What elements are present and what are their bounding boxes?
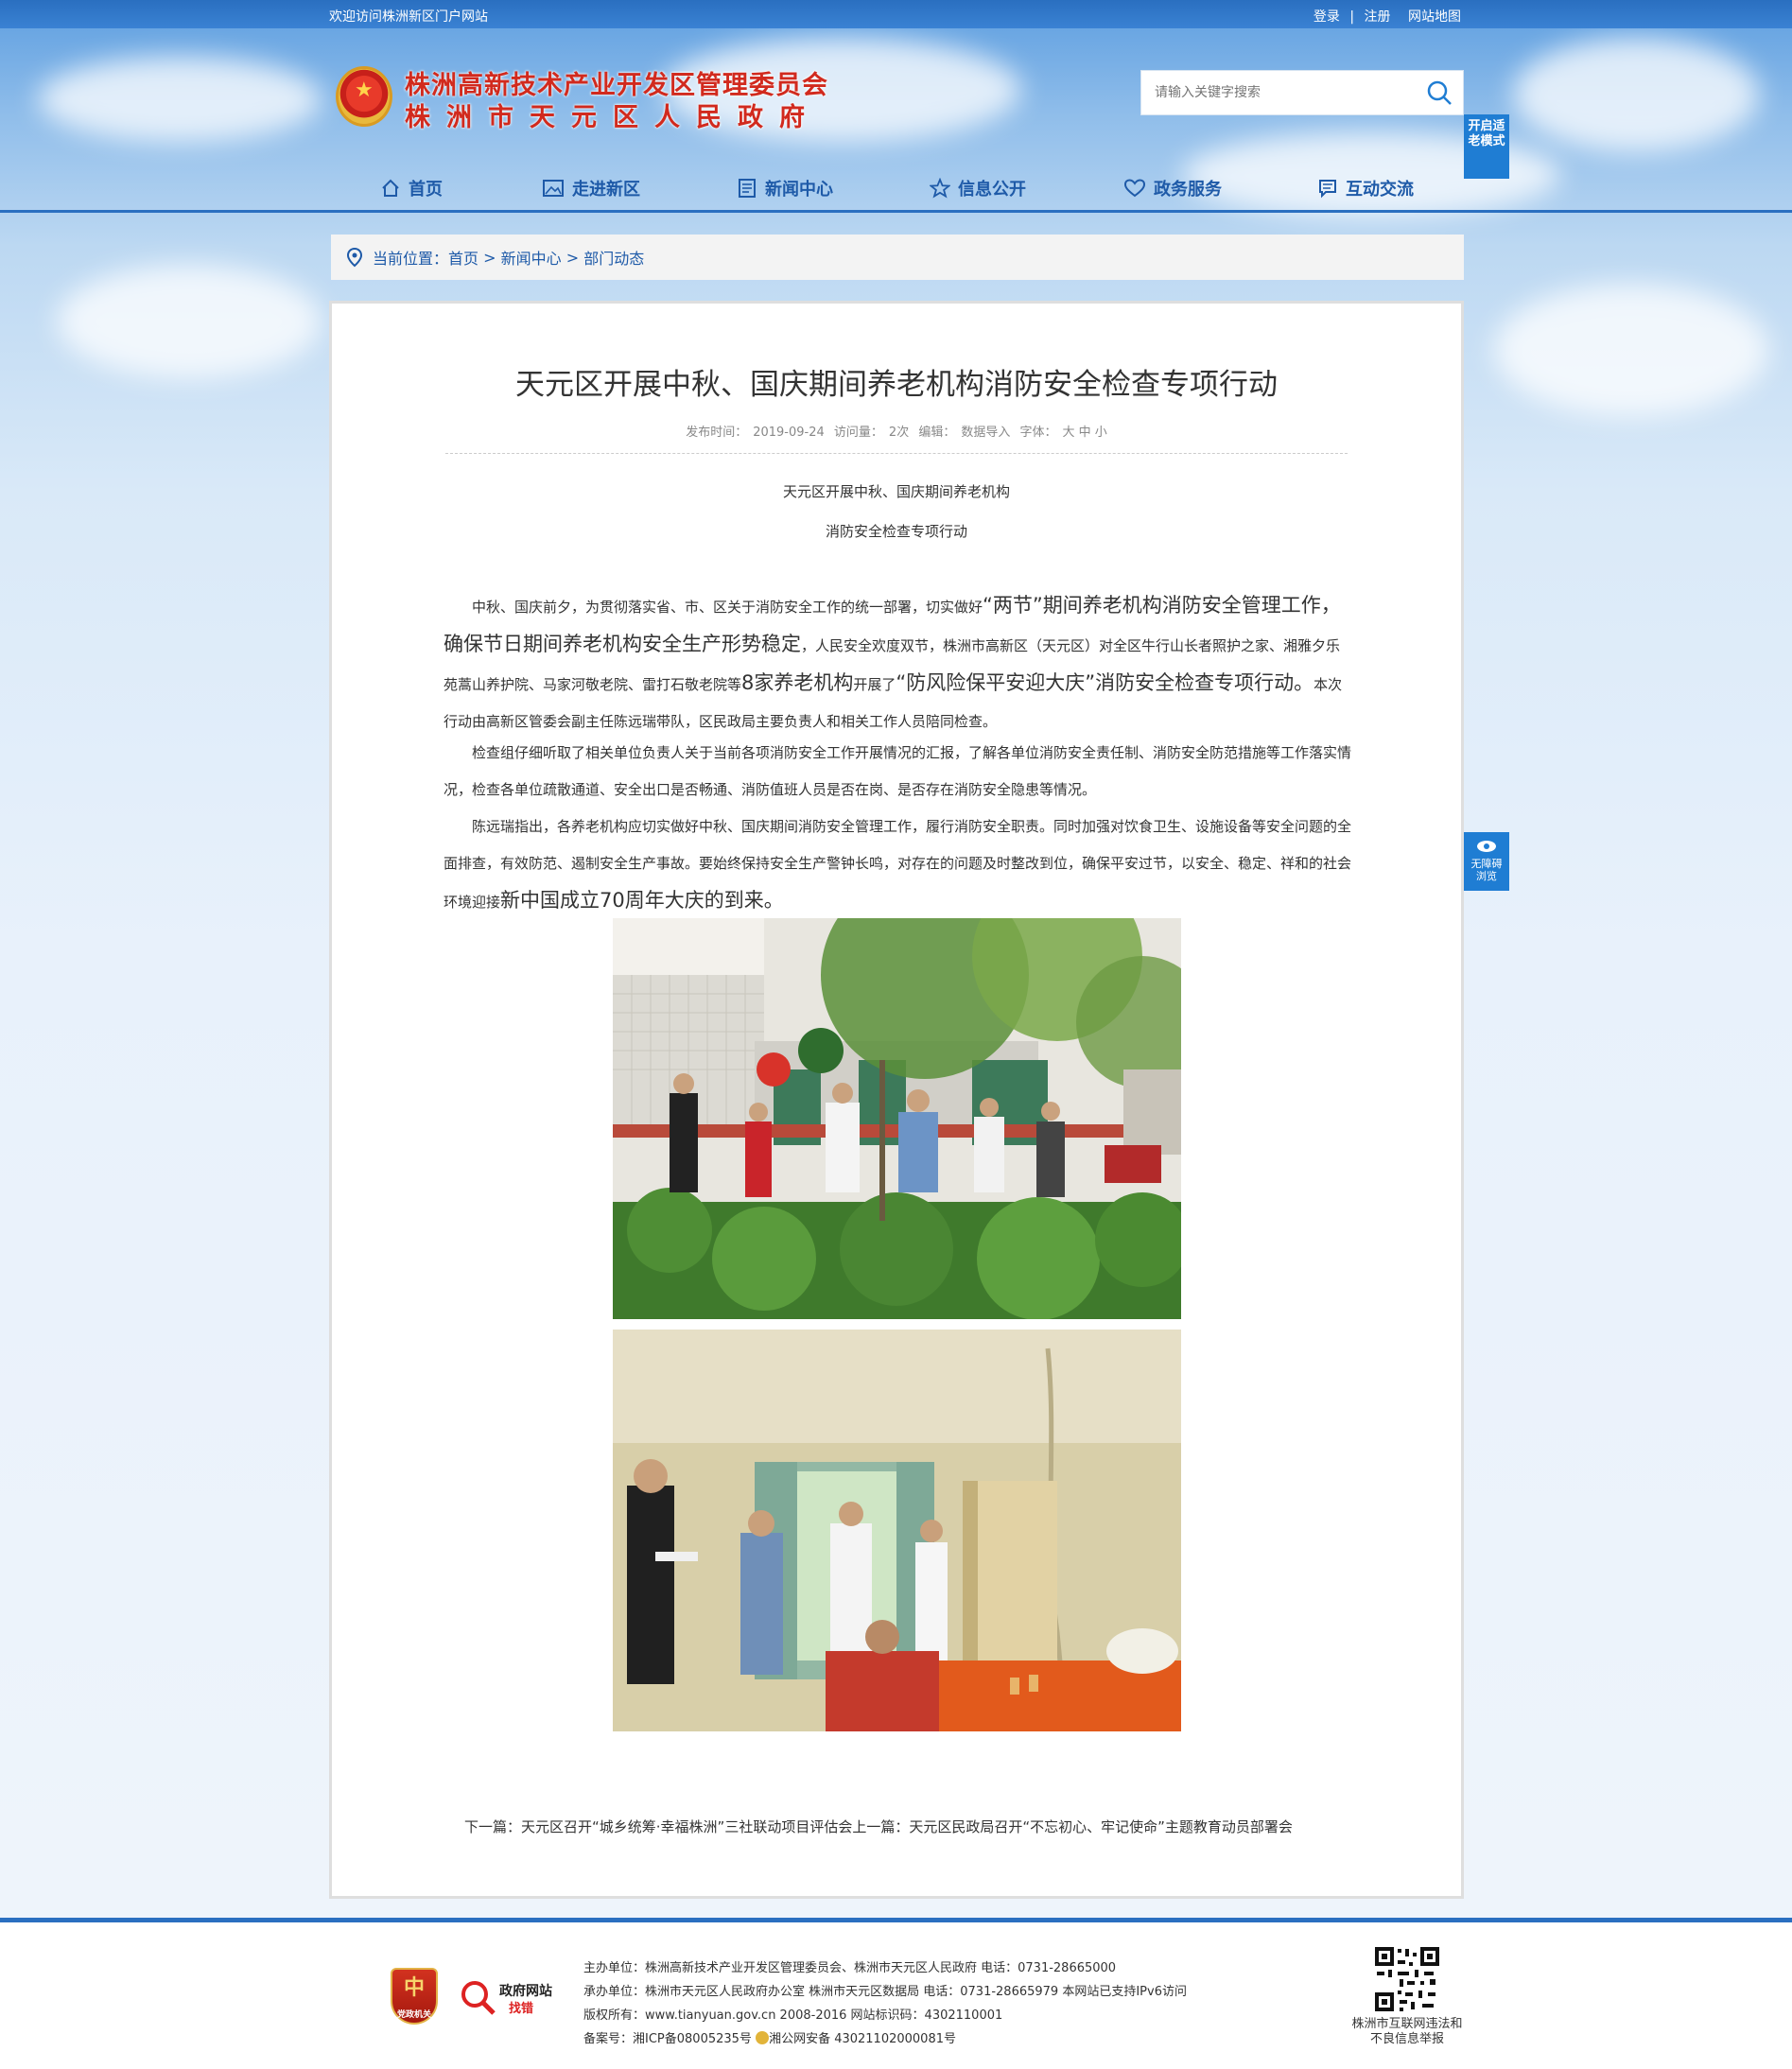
article-photo-outdoor xyxy=(613,918,1181,1319)
cloud-decoration xyxy=(1494,284,1768,416)
account-links: 登录 | 注册 网站地图 xyxy=(1308,7,1461,26)
nav-label: 首页 xyxy=(409,180,443,200)
sitemap-link[interactable]: 网站地图 xyxy=(1408,9,1461,25)
nav-label: 新闻中心 xyxy=(765,180,833,200)
breadcrumb-department[interactable]: 部门动态 xyxy=(583,246,644,269)
title-divider xyxy=(445,453,1348,454)
view-count: 2次 xyxy=(888,426,910,440)
newspaper-icon xyxy=(739,179,756,198)
paragraph-text: “防风险保平安迎大庆”消防安全检查专项行动。 xyxy=(896,671,1314,694)
heart-icon xyxy=(1123,179,1146,198)
article-subhead: 消防安全检查专项行动 xyxy=(825,523,967,540)
paragraph-text: 中秋、国庆前夕，为贯彻落实省、市、区关于消防安全工作的统一部署，切实做好 xyxy=(472,599,983,616)
register-link[interactable]: 注册 xyxy=(1365,9,1391,25)
cloud-decoration xyxy=(1513,38,1759,151)
login-link[interactable]: 登录 xyxy=(1314,9,1340,25)
chat-icon xyxy=(1319,180,1336,199)
gov-site-error-report-badge[interactable]: 政府网站 找错 xyxy=(460,1979,554,2017)
cloud-decoration xyxy=(38,57,322,142)
search-input[interactable] xyxy=(1141,71,1406,114)
eye-icon xyxy=(1477,841,1496,852)
footer-records: 备案号：湘ICP备08005235号 湘公网安备 43021102000081号 xyxy=(583,2027,1187,2051)
badge-character: 中 xyxy=(403,1976,425,2000)
font-size-label: 字体： xyxy=(1019,426,1057,440)
breadcrumb-separator: > xyxy=(478,248,501,267)
badge-line1: 政府网站 xyxy=(499,1984,552,1999)
editor-name: 数据导入 xyxy=(961,426,1011,440)
police-record-link[interactable]: 湘公网安备 43021102000081号 xyxy=(769,2032,956,2046)
elder-mode-button[interactable]: 开启适老模式 xyxy=(1464,114,1509,179)
paragraph-text: 开展了 xyxy=(853,676,896,693)
site-title-line2[interactable]: 株洲市天元区人民政府 xyxy=(405,96,821,133)
police-badge-icon xyxy=(756,2031,770,2044)
footer-copyright: 版权所有：www.tianyuan.gov.cn 2008-2016 网站标识码… xyxy=(583,2008,1003,2023)
star-icon xyxy=(930,178,950,199)
prev-article-link[interactable]: 天元区民政局召开“不忘初心、牢记使命”主题教育动员部署会 xyxy=(909,1818,1293,1835)
nav-item-about[interactable]: 走进新区 xyxy=(542,176,640,200)
search-icon[interactable] xyxy=(1425,78,1453,107)
national-emblem-logo[interactable]: ★ xyxy=(336,66,392,127)
footer-sponsor: 主办单位：株洲高新技术产业开发区管理委员会、株洲市天元区人民政府 电话：0731… xyxy=(583,1961,1117,1975)
nav-item-services[interactable]: 政务服务 xyxy=(1123,176,1222,200)
editor-label: 编辑： xyxy=(918,426,956,440)
article-title: 天元区开展中秋、国庆期间养老机构消防安全检查专项行动 xyxy=(515,368,1278,402)
article-meta: 发布时间： 2019-09-24 访问量： 2次 编辑： 数据导入 字体： 大 中 小 xyxy=(332,422,1461,440)
magnifier-icon xyxy=(461,1981,496,2015)
picture-icon xyxy=(543,180,564,197)
top-bar: 欢迎访问株洲新区门户网站 登录 | 注册 网站地图 xyxy=(0,0,1792,28)
breadcrumb-home[interactable]: 首页 xyxy=(448,246,478,269)
article-paragraph: 陈远瑞指出，各养老机构应切实做好中秋、国庆期间消防安全管理工作，履行消防安全职责… xyxy=(444,808,1351,921)
nav-label: 走进新区 xyxy=(572,180,640,200)
publish-date: 2019-09-24 xyxy=(753,426,825,440)
link-separator: | xyxy=(1349,9,1355,25)
views-label: 访问量： xyxy=(833,426,883,440)
nav-item-home[interactable]: 首页 xyxy=(380,176,443,200)
icp-link[interactable]: 备案号：湘ICP备08005235号 xyxy=(583,2032,752,2046)
qr-code xyxy=(1373,1945,1441,2013)
qr-caption: 株洲市互联网违法和不良信息举报 xyxy=(1351,2017,1463,2046)
welcome-text: 欢迎访问株洲新区门户网站 xyxy=(329,9,488,25)
accessibility-label: 无障碍浏览 xyxy=(1470,858,1503,882)
paragraph-text: 新中国成立70周年大庆的到来。 xyxy=(500,889,784,912)
prev-label: 上一篇： xyxy=(852,1818,910,1835)
breadcrumb-news[interactable]: 新闻中心 xyxy=(501,246,562,269)
article-container: 天元区开展中秋、国庆期间养老机构消防安全检查专项行动 发布时间： 2019-09-… xyxy=(329,301,1464,1899)
next-article-link[interactable]: 天元区召开“城乡统筹·幸福株洲”三社联动项目评估会 xyxy=(521,1818,852,1835)
article-subhead: 天元区开展中秋、国庆期间养老机构 xyxy=(782,483,1010,500)
nav-item-news[interactable]: 新闻中心 xyxy=(737,176,833,200)
next-label: 下一篇： xyxy=(464,1818,522,1835)
footer: 中 党政机关 政府网站 找错 主办单位：株洲高新技术产业开发区管理委员会、株洲市… xyxy=(0,1922,1792,2069)
search-box xyxy=(1140,70,1464,115)
breadcrumb-prefix: 当前位置： xyxy=(373,250,449,268)
date-label: 发布时间： xyxy=(686,426,748,440)
nav-underline xyxy=(0,210,1792,213)
breadcrumb-separator: > xyxy=(561,248,584,267)
paragraph-text: 8家养老机构 xyxy=(741,671,854,694)
article-photo-indoor xyxy=(613,1330,1181,1731)
prev-next-links: 下一篇：天元区召开“城乡统筹·幸福株洲”三社联动项目评估会上一篇：天元区民政局召… xyxy=(464,1817,1372,1836)
nav-label: 互动交流 xyxy=(1346,180,1414,200)
cloud-decoration xyxy=(57,265,322,378)
nav-label: 政务服务 xyxy=(1154,180,1222,200)
badge-line2: 找错 xyxy=(509,2002,534,2016)
font-size-options[interactable]: 大 中 小 xyxy=(1063,426,1107,440)
nav-item-info[interactable]: 信息公开 xyxy=(930,176,1026,200)
nav-item-interaction[interactable]: 互动交流 xyxy=(1317,176,1414,200)
article-paragraph: 中秋、国庆前夕，为贯彻落实省、市、区关于消防安全工作的统一部署，切实做好“两节”… xyxy=(444,587,1351,740)
footer-organizer: 承办单位：株洲市天元区人民政府办公室 株洲市天元区数据局 电话：0731-286… xyxy=(583,1985,1187,1999)
main-nav: 首页 走进新区 新闻中心 信息公开 政务服务 互动交流 xyxy=(0,170,1792,212)
home-icon xyxy=(382,179,399,197)
footer-info: 主办单位：株洲高新技术产业开发区管理委员会、株洲市天元区人民政府 电话：0731… xyxy=(583,1956,1187,2051)
accessibility-button[interactable]: 无障碍浏览 xyxy=(1464,832,1509,891)
party-gov-badge[interactable]: 中 党政机关 xyxy=(391,1968,438,2025)
nav-label: 信息公开 xyxy=(958,180,1026,200)
location-pin-icon xyxy=(346,247,363,268)
breadcrumb: 当前位置： 首页 > 新闻中心 > 部门动态 xyxy=(331,235,1464,280)
badge-caption: 党政机关 xyxy=(396,2010,431,2020)
article-paragraph: 检查组仔细听取了相关单位负责人关于当前各项消防安全工作开展情况的汇报，了解各单位… xyxy=(444,744,1352,798)
